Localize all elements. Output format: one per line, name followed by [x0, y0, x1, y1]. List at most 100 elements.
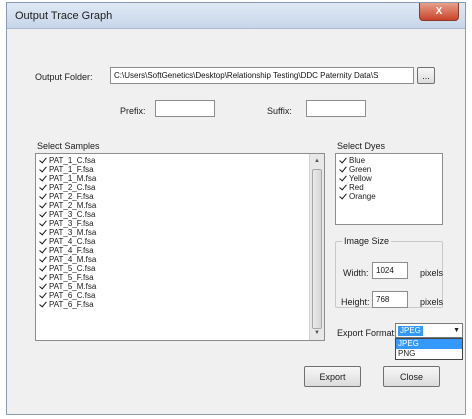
sample-item[interactable]: PAT_5_F.fsa: [36, 273, 324, 282]
sample-item-label: PAT_4_M.fsa: [49, 255, 97, 264]
width-unit-label: pixels: [420, 268, 444, 278]
scroll-up-icon[interactable]: ▲: [310, 154, 324, 168]
checkmark-icon[interactable]: [39, 283, 46, 290]
dye-item-label: Red: [349, 183, 364, 192]
prefix-label: Prefix:: [120, 106, 146, 116]
sample-item[interactable]: PAT_4_C.fsa: [36, 237, 324, 246]
prefix-field[interactable]: [155, 100, 215, 117]
checkmark-icon[interactable]: [39, 211, 46, 218]
samples-listbox[interactable]: PAT_1_C.fsa PAT_1_F.fsa PAT_1_M.fsa PAT_2_C…: [35, 153, 325, 341]
sample-item-label: PAT_5_F.fsa: [49, 273, 94, 282]
export-format-dropdown[interactable]: JPEG PNG: [395, 338, 463, 360]
export-format-selected: JPEG: [398, 326, 423, 336]
sample-item[interactable]: PAT_2_C.fsa: [36, 183, 324, 192]
dye-item[interactable]: Orange: [336, 192, 442, 201]
format-option[interactable]: JPEG: [396, 339, 462, 349]
sample-item-label: PAT_6_F.fsa: [49, 300, 94, 309]
sample-item-label: PAT_5_C.fsa: [49, 264, 96, 273]
export-button[interactable]: Export: [304, 366, 361, 387]
sample-item[interactable]: PAT_2_F.fsa: [36, 192, 324, 201]
checkmark-icon[interactable]: [39, 265, 46, 272]
checkmark-icon[interactable]: [339, 175, 346, 182]
dye-item[interactable]: Yellow: [336, 174, 442, 183]
browse-folder-button[interactable]: ...: [417, 67, 435, 84]
sample-item[interactable]: PAT_1_F.fsa: [36, 165, 324, 174]
title-bar: Output Trace Graph X: [7, 3, 465, 29]
checkmark-icon[interactable]: [39, 292, 46, 299]
checkmark-icon[interactable]: [339, 184, 346, 191]
sample-item[interactable]: PAT_1_M.fsa: [36, 174, 324, 183]
sample-item[interactable]: PAT_4_M.fsa: [36, 255, 324, 264]
dyes-listbox[interactable]: Blue Green Yellow Red Orange: [335, 153, 443, 225]
sample-item[interactable]: PAT_3_F.fsa: [36, 219, 324, 228]
sample-item-label: PAT_6_C.fsa: [49, 291, 96, 300]
sample-item-label: PAT_2_F.fsa: [49, 192, 94, 201]
suffix-label: Suffix:: [267, 106, 292, 116]
dye-item-label: Green: [349, 165, 372, 174]
sample-item[interactable]: PAT_6_C.fsa: [36, 291, 324, 300]
checkmark-icon[interactable]: [39, 184, 46, 191]
sample-item[interactable]: PAT_5_C.fsa: [36, 264, 324, 273]
checkmark-icon[interactable]: [39, 157, 46, 164]
checkmark-icon[interactable]: [39, 175, 46, 182]
image-size-legend: Image Size: [342, 236, 392, 246]
checkmark-icon[interactable]: [39, 202, 46, 209]
checkmark-icon[interactable]: [39, 166, 46, 173]
dye-item-label: Yellow: [349, 174, 372, 183]
checkmark-icon[interactable]: [339, 166, 346, 173]
sample-item-label: PAT_1_M.fsa: [49, 174, 97, 183]
close-window-button[interactable]: X: [419, 3, 459, 21]
checkmark-icon[interactable]: [39, 301, 46, 308]
sample-item-label: PAT_2_M.fsa: [49, 201, 97, 210]
export-format-select[interactable]: JPEG ▼: [395, 323, 463, 338]
sample-item[interactable]: PAT_3_M.fsa: [36, 228, 324, 237]
chevron-down-icon[interactable]: ▼: [453, 327, 460, 334]
select-dyes-label: Select Dyes: [337, 141, 386, 151]
height-field[interactable]: 768: [372, 291, 408, 308]
sample-item-label: PAT_1_F.fsa: [49, 165, 94, 174]
dyes-list: Blue Green Yellow Red Orange: [336, 154, 442, 201]
dye-item[interactable]: Green: [336, 165, 442, 174]
suffix-field[interactable]: [306, 100, 366, 117]
sample-item[interactable]: PAT_1_C.fsa: [36, 156, 324, 165]
output-folder-field[interactable]: C:\Users\SoftGenetics\Desktop\Relationsh…: [110, 67, 414, 84]
output-trace-graph-dialog: Output Trace Graph X Output Folder: C:\U…: [6, 2, 466, 415]
sample-item-label: PAT_4_F.fsa: [49, 246, 94, 255]
sample-item[interactable]: PAT_5_M.fsa: [36, 282, 324, 291]
samples-list: PAT_1_C.fsa PAT_1_F.fsa PAT_1_M.fsa PAT_2_C…: [36, 154, 324, 309]
height-unit-label: pixels: [420, 297, 444, 307]
checkmark-icon[interactable]: [39, 247, 46, 254]
checkmark-icon[interactable]: [39, 193, 46, 200]
sample-item[interactable]: PAT_4_F.fsa: [36, 246, 324, 255]
width-label: Width:: [343, 268, 369, 278]
sample-item-label: PAT_3_M.fsa: [49, 228, 97, 237]
checkmark-icon[interactable]: [39, 229, 46, 236]
checkmark-icon[interactable]: [39, 256, 46, 263]
dye-item[interactable]: Red: [336, 183, 442, 192]
width-field[interactable]: 1024: [372, 262, 408, 279]
sample-item-label: PAT_5_M.fsa: [49, 282, 97, 291]
sample-item[interactable]: PAT_3_C.fsa: [36, 210, 324, 219]
export-format-label: Export Format:: [337, 328, 397, 338]
close-button[interactable]: Close: [383, 366, 440, 387]
sample-item-label: PAT_4_C.fsa: [49, 237, 96, 246]
samples-scrollbar[interactable]: ▲ ▼: [309, 154, 324, 340]
scroll-down-icon[interactable]: ▼: [310, 326, 324, 340]
sample-item[interactable]: PAT_2_M.fsa: [36, 201, 324, 210]
checkmark-icon[interactable]: [39, 220, 46, 227]
output-folder-label: Output Folder:: [35, 72, 93, 82]
window-title: Output Trace Graph: [15, 10, 113, 22]
checkmark-icon[interactable]: [339, 157, 346, 164]
sample-item-label: PAT_2_C.fsa: [49, 183, 96, 192]
scroll-thumb[interactable]: [312, 169, 322, 329]
dye-item[interactable]: Blue: [336, 156, 442, 165]
checkmark-icon[interactable]: [39, 238, 46, 245]
dye-item-label: Orange: [349, 192, 376, 201]
height-label: Height:: [341, 297, 370, 307]
format-options: JPEG PNG: [396, 339, 462, 359]
sample-item[interactable]: PAT_6_F.fsa: [36, 300, 324, 309]
checkmark-icon[interactable]: [339, 193, 346, 200]
checkmark-icon[interactable]: [39, 274, 46, 281]
format-option[interactable]: PNG: [396, 349, 462, 359]
sample-item-label: PAT_3_F.fsa: [49, 219, 94, 228]
